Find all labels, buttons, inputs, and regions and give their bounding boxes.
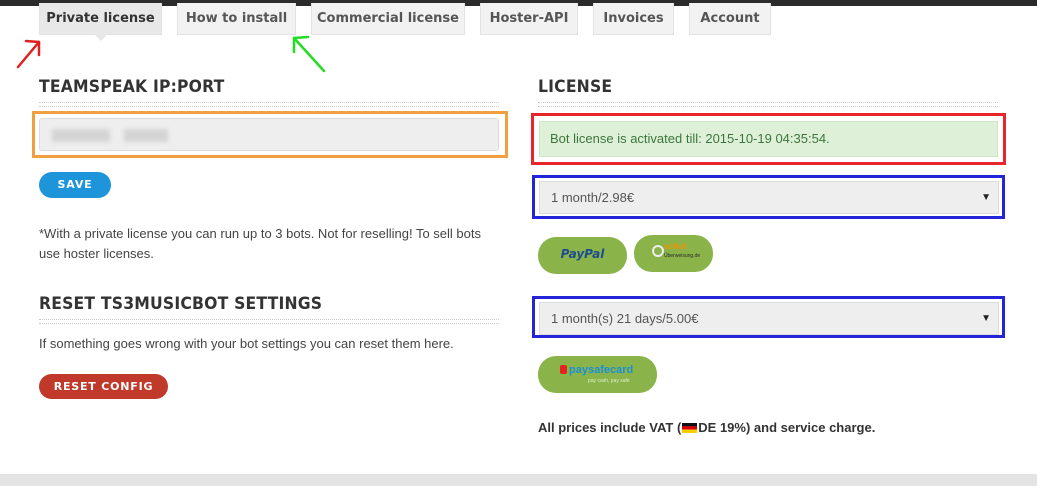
red-arrow-icon <box>16 39 41 69</box>
teamspeak-heading: TEAMSPEAK IP:PORT <box>39 77 225 97</box>
caret-down-icon: ▼ <box>981 313 991 324</box>
reset-config-button[interactable]: RESET CONFIG <box>39 374 168 399</box>
redacted-ip-part <box>52 129 110 142</box>
sofort-button[interactable]: sofort Überweisung.de <box>634 235 713 272</box>
license-heading: LICENSE <box>538 77 613 97</box>
plan-select-1[interactable]: 1 month/2.98€ ▼ <box>539 181 999 214</box>
sofort-sub: Überweisung.de <box>664 253 701 259</box>
paysafecard-sub: pay cash, pay safe <box>588 378 630 384</box>
tab-hoster-api[interactable]: Hoster-API <box>480 3 578 35</box>
tab-account[interactable]: Account <box>689 3 771 35</box>
save-button[interactable]: SAVE <box>39 172 111 198</box>
tab-invoices[interactable]: Invoices <box>593 3 674 35</box>
sofort-label: sofort <box>664 242 687 251</box>
heading-divider <box>538 102 998 107</box>
paypal-button[interactable]: PayPal <box>538 237 627 274</box>
reset-note: If something goes wrong with your bot se… <box>39 336 454 351</box>
paypal-logo: PayPal <box>560 247 605 261</box>
vat-note: All prices include VAT ( DE 19%) and serv… <box>538 420 875 435</box>
sofort-logo <box>652 245 664 257</box>
vat-prefix: All prices include VAT ( <box>538 420 682 435</box>
germany-flag-icon <box>682 421 698 433</box>
reset-heading: RESET TS3MUSICBOT SETTINGS <box>39 294 323 314</box>
paysafecard-logo: paysafecard <box>569 364 634 376</box>
lock-icon <box>560 365 567 374</box>
paysafecard-button[interactable]: paysafecard pay cash, pay safe <box>538 356 657 393</box>
redacted-ip-part <box>124 129 168 142</box>
tab-private-license[interactable]: Private license <box>39 3 162 41</box>
license-status-alert: Bot license is activated till: 2015-10-1… <box>539 121 998 157</box>
caret-down-icon: ▼ <box>981 192 991 203</box>
page-frame: Private license How to install Commercia… <box>0 0 1037 486</box>
heading-divider <box>39 319 499 324</box>
tab-commercial-license[interactable]: Commercial license <box>311 3 465 35</box>
vat-suffix: DE 19%) and service charge. <box>698 420 876 435</box>
private-license-note: *With a private license you can run up t… <box>39 226 481 261</box>
plan-select-1-value: 1 month/2.98€ <box>551 190 635 205</box>
plan-select-2-value: 1 month(s) 21 days/5.00€ <box>551 311 699 326</box>
tab-how-to-install[interactable]: How to install <box>177 3 296 35</box>
heading-divider <box>39 102 499 107</box>
teamspeak-ip-input[interactable] <box>39 118 499 151</box>
bottom-bar <box>0 474 1037 486</box>
plan-select-2[interactable]: 1 month(s) 21 days/5.00€ ▼ <box>539 302 999 335</box>
green-arrow-icon <box>292 35 326 73</box>
